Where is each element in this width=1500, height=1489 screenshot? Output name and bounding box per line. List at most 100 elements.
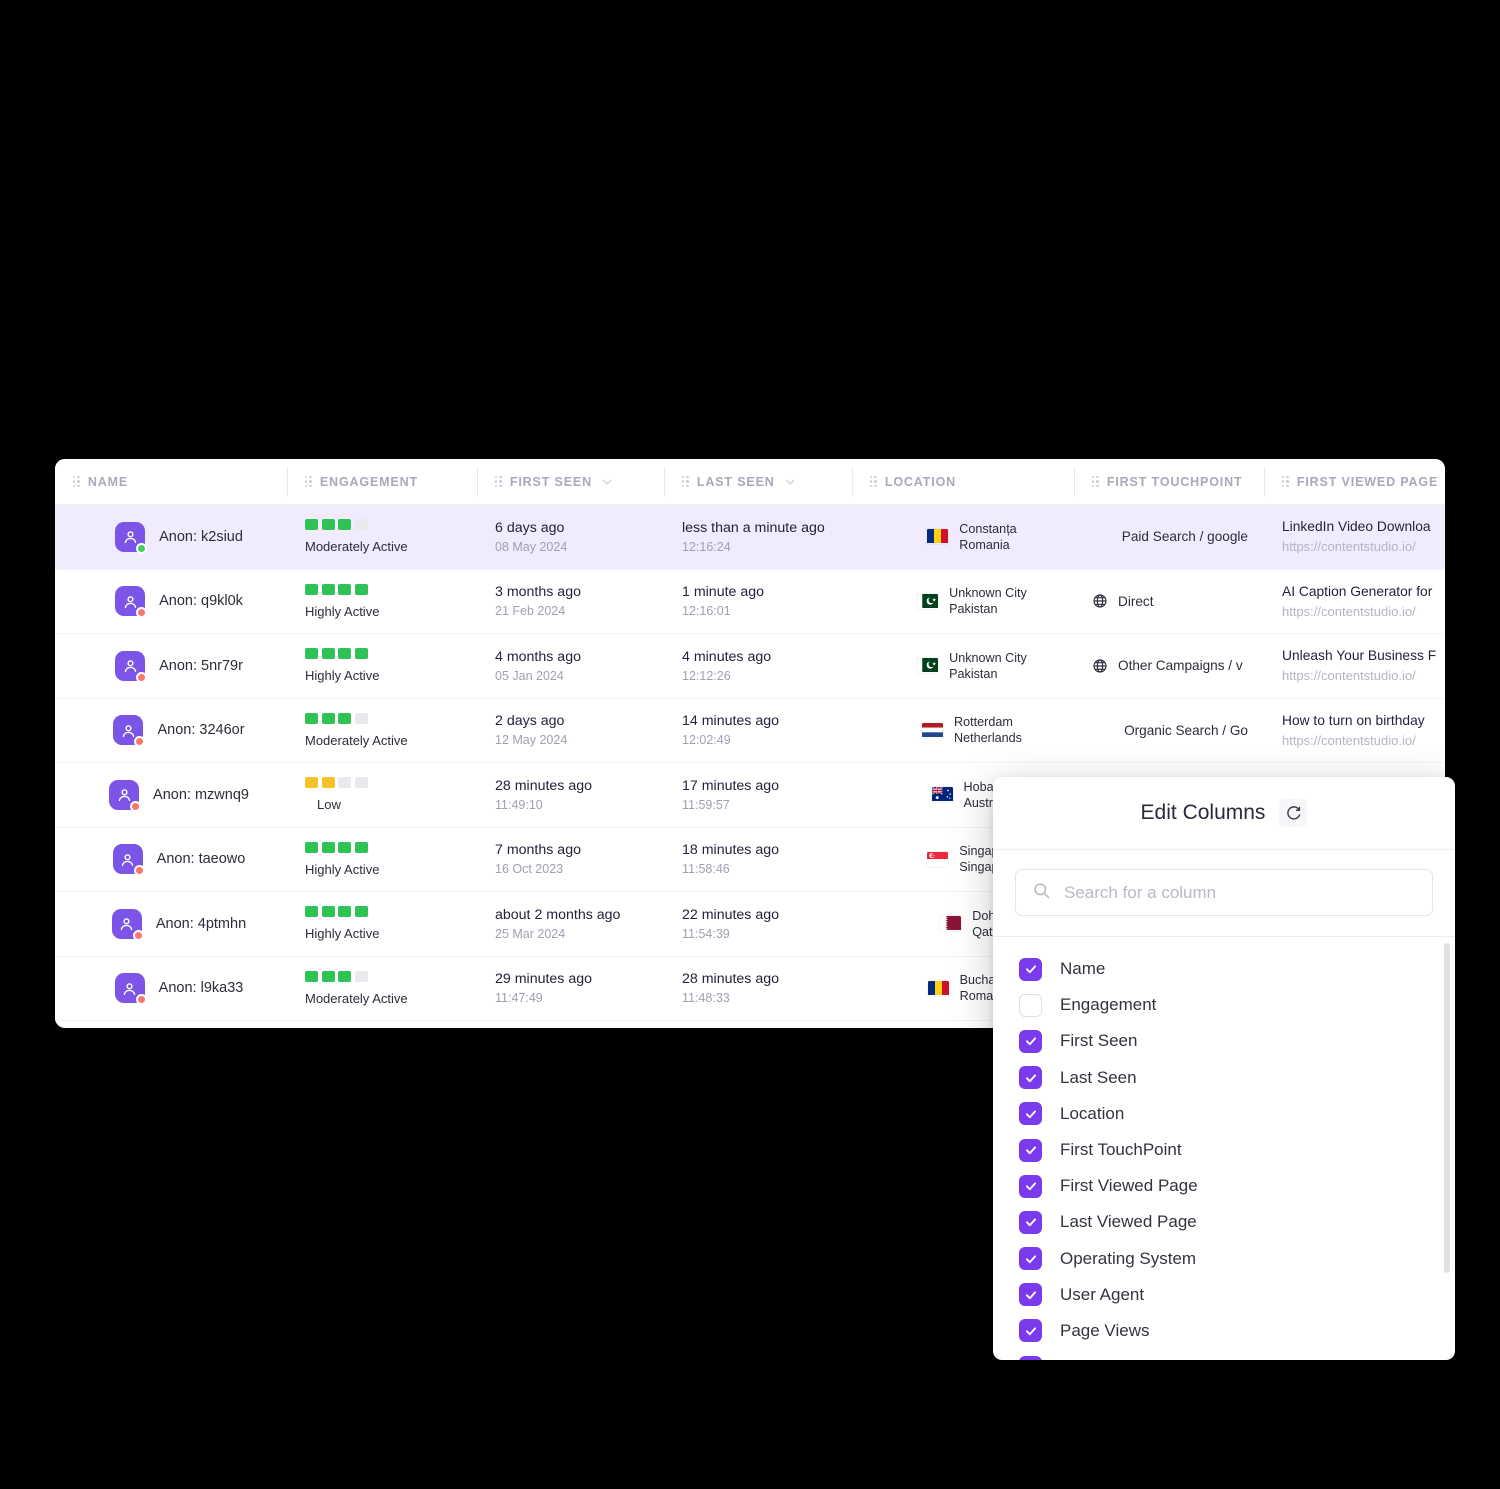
checkbox-icon[interactable] [1019,1066,1042,1090]
cell-first-viewed-page[interactable]: Unleash Your Business F https://contentst… [1264,634,1445,699]
engagement-bars [305,519,477,531]
page-url: https://contentstudio.io/ [1282,668,1416,684]
column-header-last[interactable]: LAST SEEN [664,459,852,505]
engagement-bars [305,712,477,724]
table-row[interactable]: Anon: 3246or Moderately Active 2 days ago 1… [55,698,1445,763]
table-row[interactable]: Anon: k2siud Moderately Active 6 days ago 0… [55,505,1445,570]
table-row[interactable]: Anon: 5nr79r Highly Active 4 months ago 05 … [55,634,1445,699]
status-dot-offline [136,607,148,619]
refresh-icon[interactable] [1279,799,1308,827]
last-seen-time: 11:54:39 [682,926,730,941]
avatar [114,973,147,1006]
cell-first-viewed-page[interactable]: How to turn on birthday https://contentst… [1264,698,1445,763]
checkbox-icon[interactable] [1019,1210,1042,1234]
flag-ro-icon [927,980,949,996]
cell-name[interactable]: Anon: 4ptmhn [55,892,287,957]
search-icon [1032,881,1051,905]
touchpoint-text: Organic Search / Go [1124,722,1248,738]
location-city: Rotterdam [954,715,1013,730]
checkbox-icon[interactable] [1019,993,1042,1017]
column-option-row[interactable]: Location [993,1096,1455,1132]
first-seen-relative: 7 months ago [495,842,581,859]
visitor-name: Anon: mzwnq9 [153,786,249,803]
cell-last-seen: 22 minutes ago 11:54:39 [664,892,852,957]
column-option-row[interactable]: Operating System [993,1241,1455,1277]
cell-name[interactable]: Anon: 3246or [55,698,287,763]
cell-name[interactable]: Anon: l9ka33 [55,956,287,1021]
cell-last-seen: less than a minute ago 12:16:24 [664,505,852,570]
cell-name[interactable]: Anon: taeowo [55,827,287,892]
cell-first-touchpoint: Other Campaigns / v [1074,634,1264,699]
column-option-label: Last Viewed Page [1060,1212,1197,1232]
column-header-page[interactable]: FIRST VIEWED PAGE [1264,459,1445,505]
visitor-name: Anon: 3246or [157,722,245,739]
checkbox-icon[interactable] [1019,1138,1042,1162]
column-header-touch[interactable]: FIRST TOUCHPOINT [1074,459,1264,505]
column-option-row[interactable]: First TouchPoint [993,1132,1455,1168]
drag-handle-icon[interactable] [73,475,80,488]
checkbox-icon[interactable] [1019,957,1042,981]
checkbox-icon[interactable] [1019,1355,1042,1360]
status-dot-offline [134,736,146,748]
location-country: Romania [959,537,1010,552]
cell-last-seen: 17 minutes ago 11:59:57 [664,763,852,828]
chevron-down-icon[interactable] [783,475,797,489]
chevron-down-icon[interactable] [600,475,614,489]
column-option-row[interactable]: First Seen [993,1023,1455,1059]
last-seen-time: 11:48:33 [682,991,730,1006]
engagement-bars [305,906,477,918]
last-seen-relative: 22 minutes ago [682,906,780,923]
first-seen-date: 11:47:49 [495,991,543,1006]
column-option-list[interactable]: Name Engagement First Seen Last Seen Locatio… [993,937,1455,1360]
checkbox-icon[interactable] [1019,1283,1042,1307]
cell-first-seen: 3 months ago 21 Feb 2024 [477,569,664,634]
visitor-name: Anon: l9ka33 [158,980,244,997]
cell-first-viewed-page[interactable]: AI Caption Generator for https://contents… [1264,569,1445,634]
checkbox-icon[interactable] [1019,1029,1042,1053]
cell-location: Unknown City Pakistan [852,569,1074,634]
engagement-bars [305,583,477,595]
column-option-row[interactable] [993,1349,1455,1360]
table-row[interactable]: Anon: q9kl0k Highly Active 3 months ago 21 … [55,569,1445,634]
column-option-row[interactable]: Last Viewed Page [993,1204,1455,1240]
cell-name[interactable]: Anon: q9kl0k [55,569,287,634]
edit-columns-panel: Edit Columns NameEngagementFirst SeenLa [993,777,1455,1360]
cell-engagement: Moderately Active [287,956,477,1021]
column-option-row[interactable]: User Agent [993,1277,1455,1313]
column-option-label: First TouchPoint [1060,1140,1182,1160]
column-header-eng[interactable]: ENGAGEMENT [287,459,477,505]
checkbox-icon[interactable] [1019,1247,1042,1271]
first-seen-relative: 4 months ago [495,648,581,665]
cell-last-seen: 14 minutes ago 12:02:49 [664,698,852,763]
drag-handle-icon[interactable] [870,475,877,488]
cell-name[interactable]: Anon: mzwnq9 [55,763,287,828]
last-seen-relative: 14 minutes ago [682,713,780,730]
column-search-box[interactable] [1015,869,1433,916]
drag-handle-icon[interactable] [1282,475,1289,488]
cell-first-touchpoint: Organic Search / Go [1074,698,1264,763]
column-option-row[interactable]: Last Seen [993,1060,1455,1096]
cell-first-seen: 2 days ago 12 May 2024 [477,698,664,763]
drag-handle-icon[interactable] [495,475,502,488]
cell-name[interactable]: Anon: k2siud [55,505,287,570]
drag-handle-icon[interactable] [1092,475,1099,488]
first-seen-date: 21 Feb 2024 [495,604,566,619]
checkbox-icon[interactable] [1019,1174,1042,1198]
search-input[interactable] [1064,882,1416,903]
column-header-first[interactable]: FIRST SEEN [477,459,664,505]
column-option-row[interactable]: Engagement [993,987,1455,1023]
column-option-row[interactable]: Name [993,951,1455,987]
column-option-row[interactable]: First Viewed Page [993,1168,1455,1204]
panel-scrollbar[interactable] [1444,943,1450,1273]
cell-first-seen: 7 months ago 16 Oct 2023 [477,827,664,892]
drag-handle-icon[interactable] [682,475,689,488]
column-option-row[interactable]: Page Views [993,1313,1455,1349]
cell-name[interactable]: Anon: 5nr79r [55,634,287,699]
column-header-loc[interactable]: LOCATION [852,459,1074,505]
drag-handle-icon[interactable] [305,475,312,488]
cell-first-viewed-page[interactable]: LinkedIn Video Downloa https://contentstu… [1264,505,1445,570]
checkbox-icon[interactable] [1019,1319,1042,1343]
checkbox-icon[interactable] [1019,1102,1042,1126]
cell-last-seen: 4 minutes ago 12:12:26 [664,634,852,699]
column-header-name[interactable]: NAME [55,459,287,505]
